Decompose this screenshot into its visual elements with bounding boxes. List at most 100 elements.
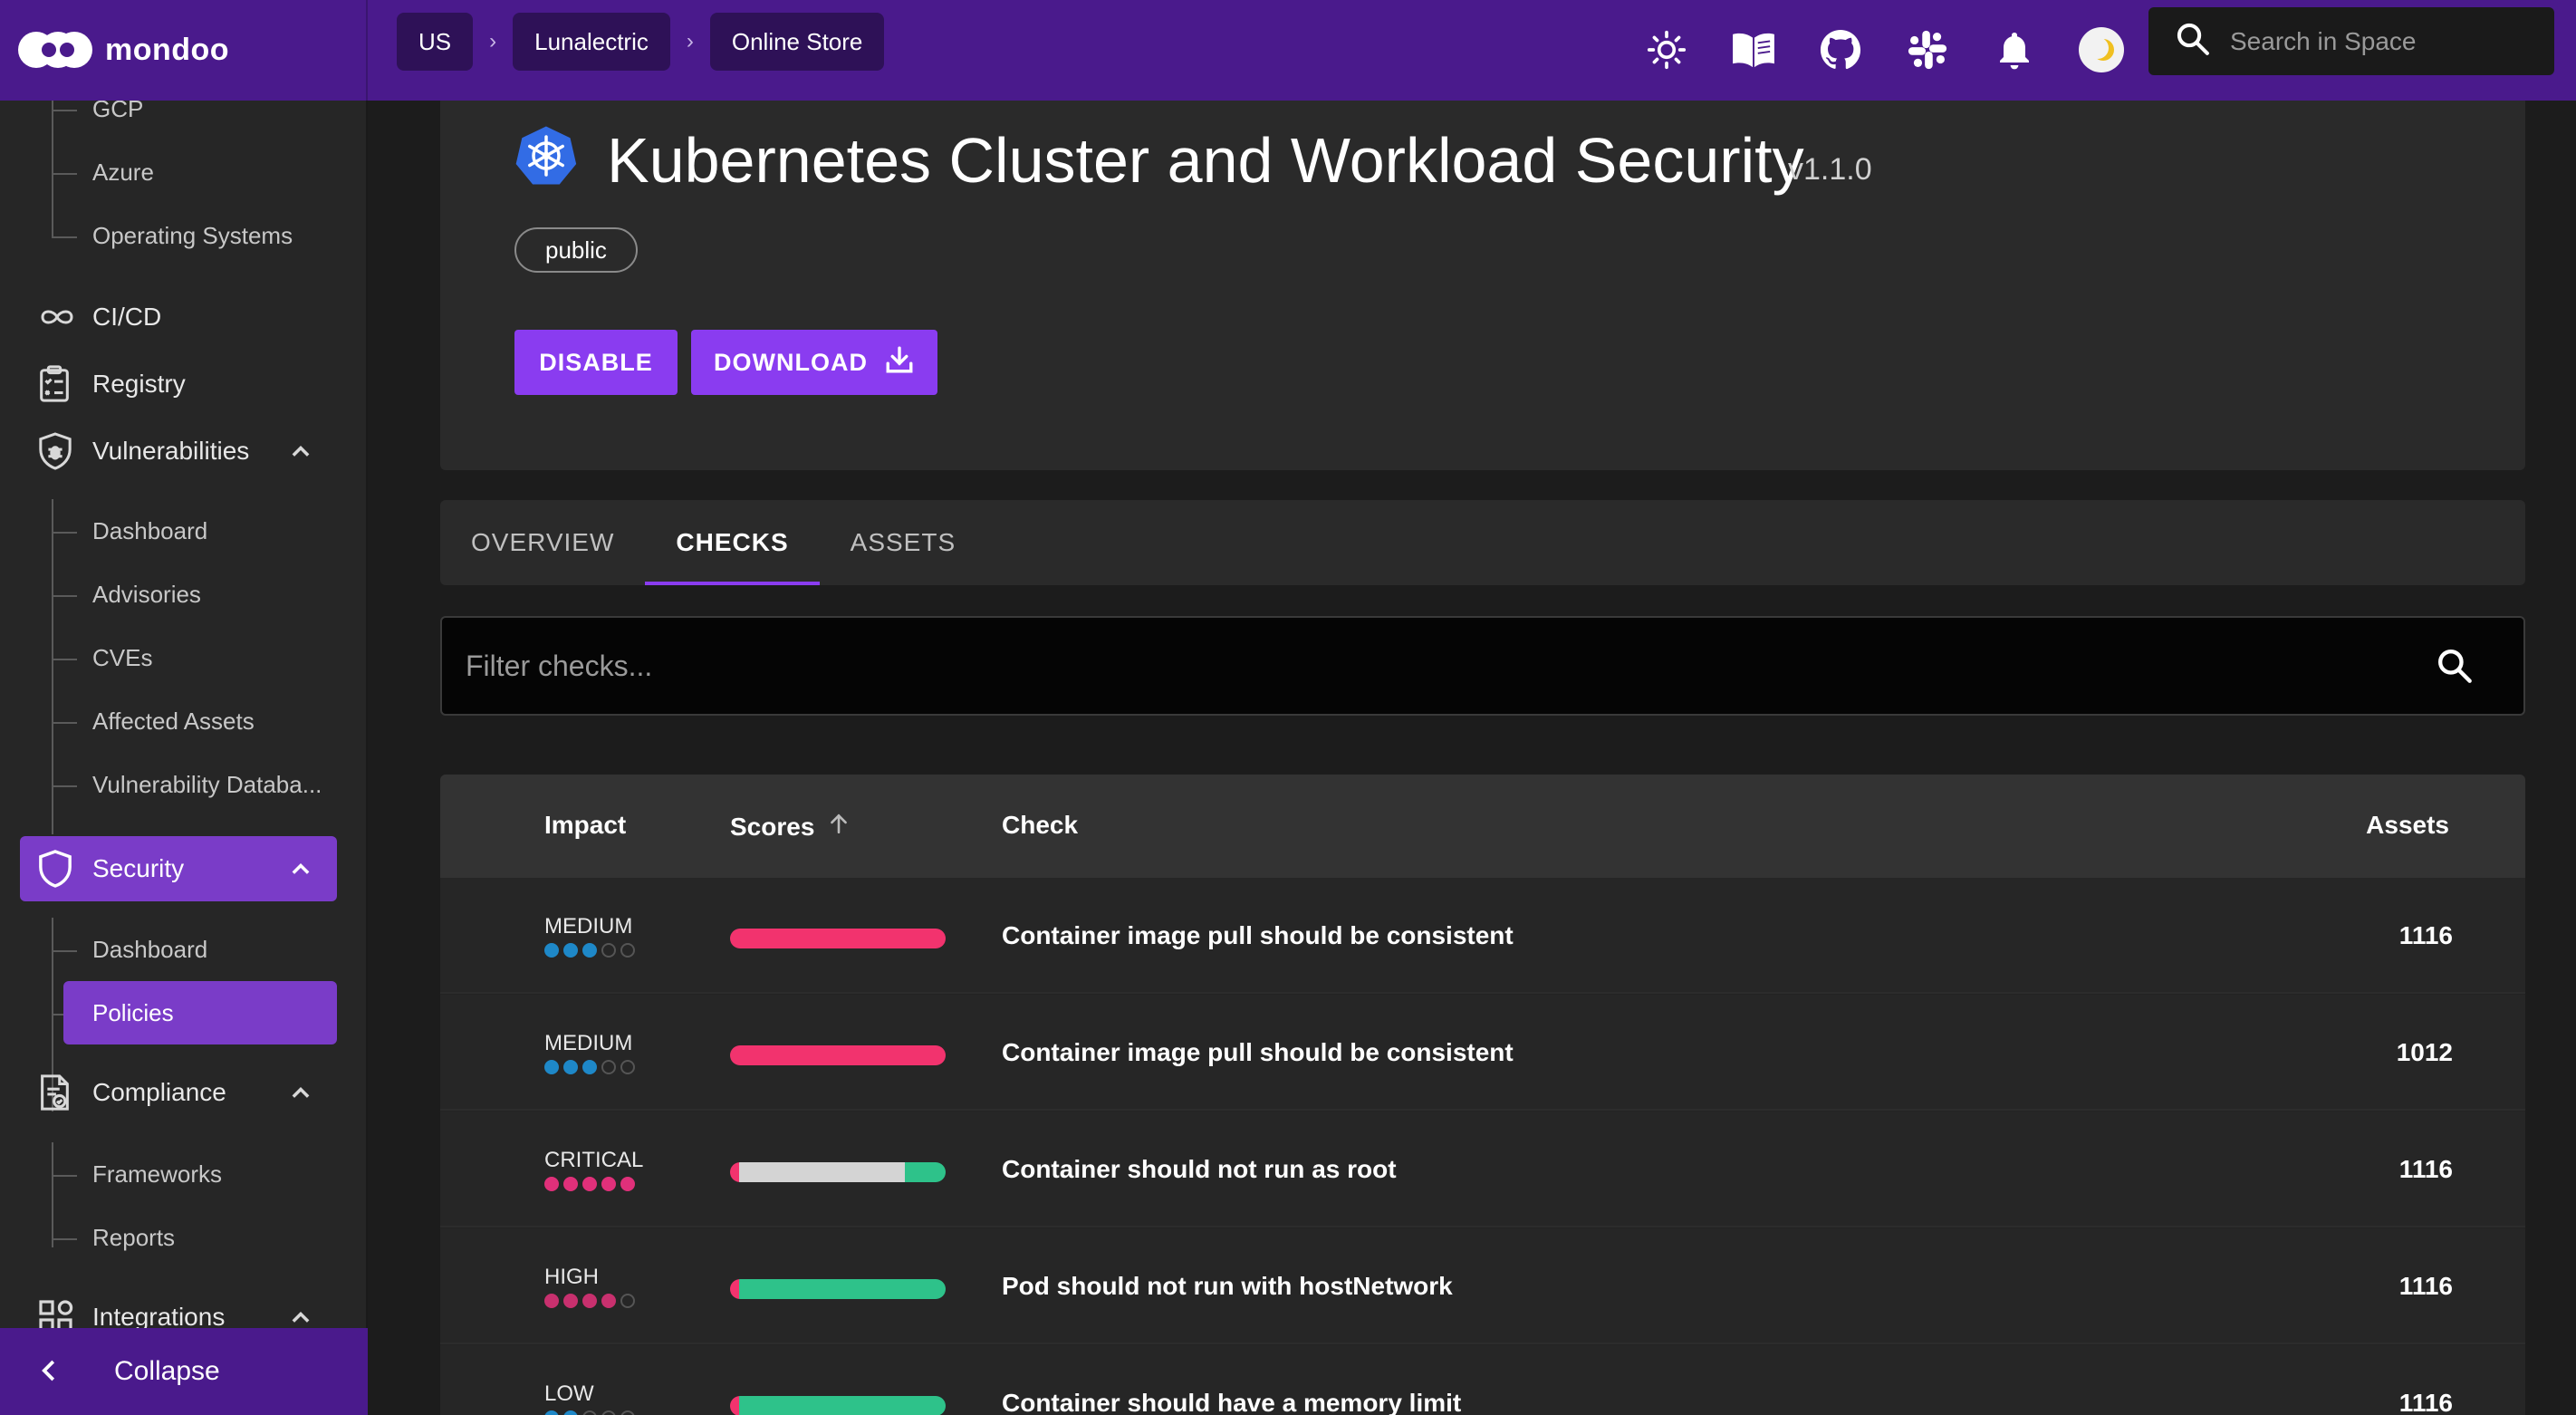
tab-checks[interactable]: CHECKS bbox=[645, 500, 820, 585]
score-bar-segment bbox=[730, 1045, 946, 1065]
asset-count: 1116 bbox=[2398, 921, 2453, 949]
tree-tick bbox=[52, 1175, 77, 1177]
theme-toggle-icon[interactable] bbox=[2058, 16, 2145, 83]
check-name[interactable]: Container image pull should be consisten… bbox=[1002, 921, 1514, 950]
collapse-label: Collapse bbox=[114, 1356, 220, 1386]
docs-book-icon[interactable] bbox=[1710, 16, 1797, 83]
impact-dot bbox=[544, 943, 559, 958]
document-check-icon bbox=[20, 1073, 92, 1112]
asset-count: 1116 bbox=[2398, 1272, 2453, 1300]
impact-label: CRITICAL bbox=[544, 1148, 644, 1172]
breadcrumb-separator: › bbox=[686, 29, 694, 53]
impact-dot bbox=[620, 1177, 635, 1191]
tree-line bbox=[52, 499, 53, 834]
score-bar bbox=[730, 1396, 946, 1415]
clipboard-checklist-icon bbox=[20, 365, 92, 403]
sidebar-item-label: Compliance bbox=[92, 1078, 226, 1106]
score-bar bbox=[730, 1162, 946, 1182]
sidebar-item-operating-systems[interactable]: Operating Systems bbox=[92, 222, 293, 250]
sidebar-item-policies[interactable]: Policies bbox=[92, 999, 174, 1027]
tab-overview[interactable]: OVERVIEW bbox=[440, 500, 645, 585]
column-header-impact[interactable]: Impact bbox=[544, 811, 626, 840]
search-icon[interactable] bbox=[2437, 648, 2473, 688]
tab-assets[interactable]: ASSETS bbox=[820, 500, 986, 585]
table-row[interactable]: HIGH Pod should not run with hostNetwork 1… bbox=[440, 1228, 2525, 1344]
notifications-bell-icon[interactable] bbox=[1971, 16, 2058, 83]
sidebar-item-vulnerabilities[interactable]: Vulnerabilities bbox=[20, 419, 337, 484]
impact-label: LOW bbox=[544, 1381, 594, 1406]
impact-rating-dots bbox=[544, 943, 635, 958]
impact-dot bbox=[582, 1294, 597, 1308]
sidebar-item-advisories[interactable]: Advisories bbox=[92, 581, 201, 609]
collapse-sidebar-button[interactable]: Collapse bbox=[0, 1328, 368, 1415]
impact-dot bbox=[544, 1294, 559, 1308]
impact-dot bbox=[563, 1177, 578, 1191]
sidebar-item-cicd[interactable]: CI/CD bbox=[20, 284, 337, 350]
download-button[interactable]: DOWNLOAD bbox=[691, 330, 937, 395]
table-row[interactable]: MEDIUM Container image pull should be con… bbox=[440, 995, 2525, 1111]
sort-ascending-icon bbox=[827, 811, 851, 842]
sidebar-item-label: Registry bbox=[92, 370, 186, 398]
disable-button[interactable]: DISABLE bbox=[514, 330, 678, 395]
shield-bug-icon bbox=[20, 432, 92, 470]
column-header-assets[interactable]: Assets bbox=[2366, 811, 2449, 840]
tree-tick bbox=[52, 722, 77, 724]
check-name[interactable]: Container should not run as root bbox=[1002, 1155, 1397, 1184]
impact-label: MEDIUM bbox=[544, 914, 633, 939]
check-name[interactable]: Container image pull should be consisten… bbox=[1002, 1038, 1514, 1067]
filter-checks[interactable] bbox=[440, 616, 2525, 716]
sidebar-item-vuln-dashboard[interactable]: Dashboard bbox=[92, 517, 207, 545]
tree-tick bbox=[52, 110, 77, 111]
slack-icon[interactable] bbox=[1884, 16, 1971, 83]
tree-line bbox=[52, 1142, 53, 1247]
breadcrumb-region[interactable]: US bbox=[397, 13, 474, 71]
column-header-check[interactable]: Check bbox=[1002, 811, 1078, 840]
breadcrumb-separator: › bbox=[489, 29, 497, 53]
impact-dot bbox=[582, 1177, 597, 1191]
mondoo-logo[interactable]: mondoo bbox=[18, 20, 229, 80]
tree-tick bbox=[52, 173, 77, 175]
sidebar-item-cves[interactable]: CVEs bbox=[92, 644, 152, 672]
impact-label: HIGH bbox=[544, 1265, 599, 1289]
sidebar-item-vulnerability-database[interactable]: Vulnerability Databa... bbox=[92, 771, 322, 799]
sidebar-item-affected-assets[interactable]: Affected Assets bbox=[92, 708, 255, 736]
sidebar-item-compliance[interactable]: Compliance bbox=[20, 1060, 337, 1125]
column-header-scores[interactable]: Scores bbox=[730, 811, 851, 842]
impact-dot bbox=[544, 1410, 559, 1415]
topbar-actions bbox=[1623, 16, 2145, 83]
breadcrumb-space[interactable]: Online Store bbox=[709, 13, 885, 71]
light-mode-icon[interactable] bbox=[1623, 16, 1710, 83]
impact-dot bbox=[601, 1177, 616, 1191]
table-row[interactable]: LOW Container should have a memory limit 1… bbox=[440, 1345, 2525, 1415]
space-search-input[interactable] bbox=[2230, 26, 2529, 56]
table-header: Impact Scores Check Assets bbox=[440, 775, 2525, 878]
sidebar-item-gcp[interactable]: GCP bbox=[92, 101, 143, 123]
sidebar-item-security[interactable]: Security bbox=[20, 836, 337, 901]
impact-rating-dots bbox=[544, 1294, 635, 1308]
check-name[interactable]: Pod should not run with hostNetwork bbox=[1002, 1272, 1453, 1301]
impact-dot bbox=[620, 943, 635, 958]
github-icon[interactable] bbox=[1797, 16, 1884, 83]
chevron-up-icon[interactable] bbox=[288, 1080, 313, 1112]
chevron-up-icon[interactable] bbox=[288, 856, 313, 888]
sidebar-item-security-dashboard[interactable]: Dashboard bbox=[92, 936, 207, 964]
kubernetes-icon bbox=[514, 124, 578, 192]
disable-label: DISABLE bbox=[539, 348, 653, 376]
checks-table: Impact Scores Check Assets MEDIUM Contain… bbox=[440, 775, 2525, 1415]
table-row[interactable]: CRITICAL Container should not run as root… bbox=[440, 1112, 2525, 1227]
score-bar-segment bbox=[730, 1279, 739, 1299]
breadcrumb: US › Lunalectric › Online Store bbox=[397, 13, 885, 71]
impact-dot bbox=[563, 1294, 578, 1308]
sidebar-item-azure[interactable]: Azure bbox=[92, 159, 154, 187]
filter-checks-input[interactable] bbox=[466, 649, 2368, 683]
table-row[interactable]: MEDIUM Container image pull should be con… bbox=[440, 878, 2525, 994]
sidebar-item-registry[interactable]: Registry bbox=[20, 351, 337, 417]
chevron-up-icon[interactable] bbox=[288, 438, 313, 470]
impact-dot bbox=[563, 943, 578, 958]
check-name[interactable]: Container should have a memory limit bbox=[1002, 1389, 1461, 1415]
sidebar-item-reports[interactable]: Reports bbox=[92, 1224, 175, 1252]
sidebar-item-frameworks[interactable]: Frameworks bbox=[92, 1160, 222, 1189]
visibility-badge: public bbox=[514, 227, 638, 273]
space-search[interactable] bbox=[2148, 7, 2554, 75]
breadcrumb-organization[interactable]: Lunalectric bbox=[513, 13, 670, 71]
